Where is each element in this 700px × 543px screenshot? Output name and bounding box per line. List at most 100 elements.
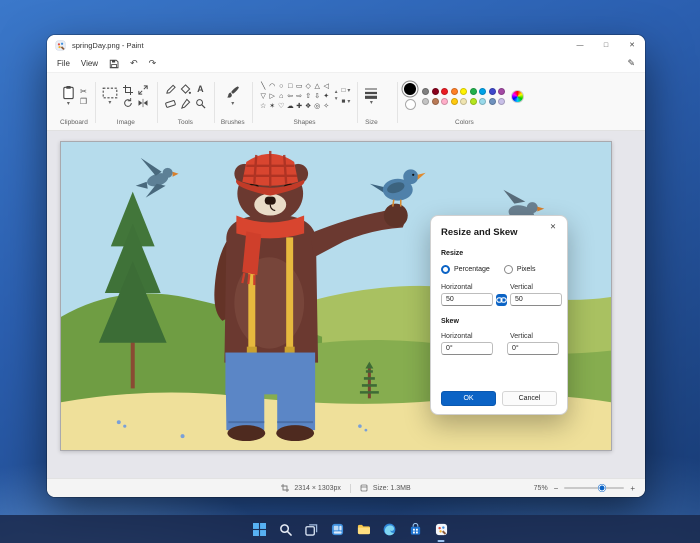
shape-item[interactable]: ◠ [268,82,277,91]
shape-item[interactable]: ⇨ [295,92,304,101]
shape-item[interactable]: ✦ [322,92,331,101]
rotate-icon[interactable] [123,98,133,108]
maximize-icon[interactable]: □ [593,35,619,55]
menu-view[interactable]: View [81,59,98,68]
eraser-icon[interactable] [165,98,176,109]
shape-item[interactable]: ✧ [322,102,331,111]
color-swatch[interactable] [441,88,448,95]
resize-icon[interactable] [138,85,148,95]
shape-item[interactable]: ⌂ [277,92,286,101]
color-swatch[interactable] [460,98,467,105]
color-swatch[interactable] [460,88,467,95]
cancel-button[interactable]: Cancel [502,391,557,406]
widgets-icon[interactable] [327,519,347,539]
color-swatch[interactable] [489,98,496,105]
shape-item[interactable]: ⇧ [304,92,313,101]
close-icon[interactable]: ✕ [619,35,645,55]
undo-icon[interactable]: ↶ [130,58,138,69]
shape-item[interactable]: ✶ [268,102,277,111]
start-button[interactable] [249,519,269,539]
edit-mode-icon[interactable]: ✎ [627,58,635,69]
color-swatch[interactable] [432,98,439,105]
maintain-aspect-ratio-lock-icon[interactable] [496,294,507,306]
color-picker-icon[interactable] [180,98,191,109]
shape-item[interactable]: ◇ [304,82,313,91]
shape-item[interactable]: ✚ [295,102,304,111]
minimize-icon[interactable]: — [567,35,593,55]
flip-icon[interactable] [138,98,148,108]
shape-item[interactable]: ⇦ [286,92,295,101]
paste-button[interactable]: ▾ [61,85,76,107]
shape-item[interactable]: □ [286,82,295,91]
ribbon: ▾ ✂ ❐ Clipboard ▾ [47,73,645,131]
color-swatch[interactable] [451,98,458,105]
shape-item[interactable]: ○ [277,82,286,91]
zoom-slider-thumb[interactable] [598,485,605,492]
zoom-out-icon[interactable]: − [554,484,559,493]
menu-file[interactable]: File [57,59,70,68]
color-swatch[interactable] [498,88,505,95]
color-swatch[interactable] [479,88,486,95]
select-button[interactable]: ▾ [102,87,118,106]
resize-vertical-input[interactable] [510,293,562,306]
shape-item[interactable]: ☆ [259,102,268,111]
shapes-scroll-up-icon[interactable]: ▴ [335,90,338,95]
color-swatch[interactable] [498,98,505,105]
shape-item[interactable]: ▷ [268,92,277,101]
paint-taskbar-icon[interactable] [431,519,451,539]
shape-item[interactable]: ▭ [295,82,304,91]
color-swatch[interactable] [441,98,448,105]
crop-icon[interactable] [123,85,133,95]
dialog-close-icon[interactable]: ✕ [546,221,560,233]
shape-item[interactable]: ╲ [259,82,268,91]
color-swatch[interactable] [422,98,429,105]
edit-colors-button[interactable] [511,90,524,103]
brushes-button[interactable]: ▾ [226,85,240,107]
pencil-icon[interactable] [165,84,176,95]
brush-icon [226,85,240,100]
skew-vertical-label: Vertical [510,333,533,340]
shape-item[interactable]: ❖ [304,102,313,111]
zoom-in-icon[interactable]: + [630,484,635,493]
color-swatch[interactable] [489,88,496,95]
shapes-scroll-down-icon[interactable]: ▾ [335,97,338,102]
fill-icon[interactable] [180,84,191,95]
radio-selected-icon [441,265,450,274]
pixels-radio[interactable]: Pixels [504,265,536,274]
color-swatch[interactable] [479,98,486,105]
skew-horizontal-input[interactable] [441,342,493,355]
shape-item[interactable]: ▽ [259,92,268,101]
search-icon[interactable] [275,519,295,539]
redo-icon[interactable]: ↷ [149,58,157,69]
skew-vertical-input[interactable] [507,342,559,355]
color-1-swatch[interactable] [404,83,416,95]
copy-icon[interactable]: ❐ [80,97,87,106]
shape-item[interactable]: △ [313,82,322,91]
shape-fill-button[interactable]: ■▾ [341,98,350,105]
color-2-swatch[interactable] [405,99,416,110]
shape-item[interactable]: ⇩ [313,92,322,101]
color-swatch[interactable] [432,88,439,95]
shape-outline-button[interactable]: □▾ [341,87,350,94]
file-explorer-icon[interactable] [353,519,373,539]
shape-item[interactable]: ☁ [286,102,295,111]
cut-icon[interactable]: ✂ [80,87,87,96]
save-icon[interactable] [109,59,119,69]
store-icon[interactable] [405,519,425,539]
color-swatch[interactable] [470,98,477,105]
text-tool-icon[interactable]: A [197,84,204,94]
color-swatch[interactable] [422,88,429,95]
task-view-icon[interactable] [301,519,321,539]
edge-icon[interactable] [379,519,399,539]
shape-item[interactable]: ◁ [322,82,331,91]
ok-button[interactable]: OK [441,391,496,406]
color-swatch[interactable] [451,88,458,95]
shape-item[interactable]: ◎ [313,102,322,111]
resize-horizontal-input[interactable] [441,293,493,306]
color-swatch[interactable] [470,88,477,95]
magnifier-icon[interactable] [195,98,206,109]
shape-item[interactable]: ♡ [277,102,286,111]
zoom-slider[interactable] [564,487,624,489]
percentage-radio[interactable]: Percentage [441,265,490,274]
size-button[interactable]: ▾ [364,87,378,106]
